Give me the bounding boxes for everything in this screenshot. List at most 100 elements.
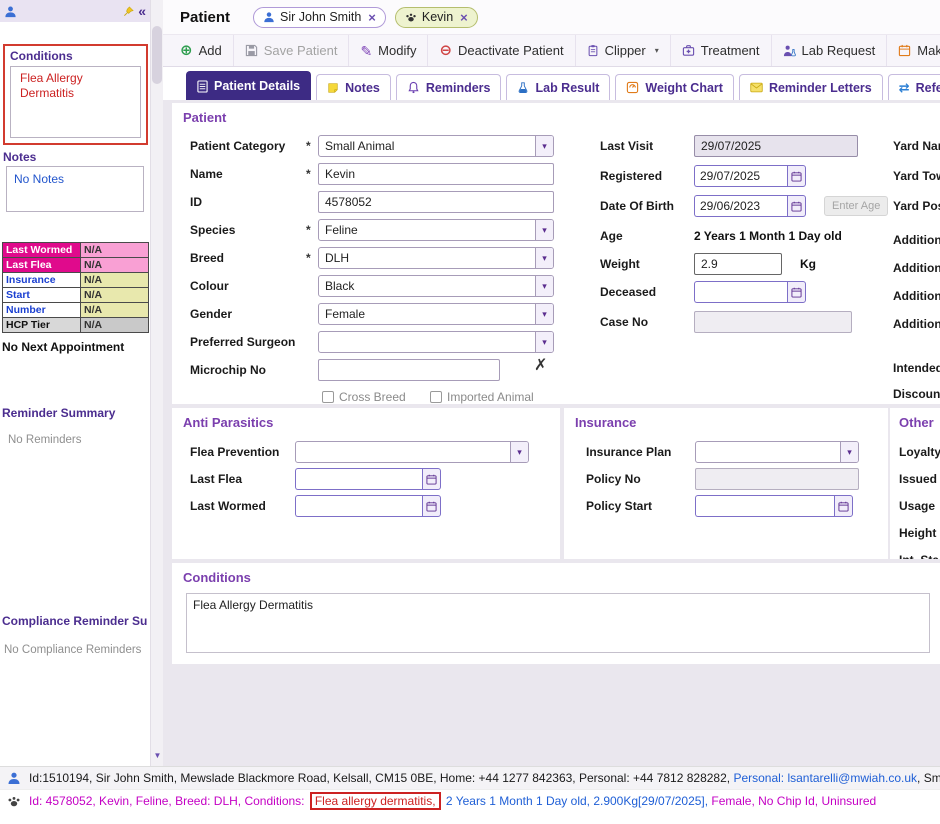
calendar-icon bbox=[899, 44, 911, 57]
tab-patient-details[interactable]: Patient Details bbox=[186, 71, 312, 100]
preferred-surgeon-select[interactable]: ▾ bbox=[318, 331, 554, 353]
collapse-sidebar-icon[interactable]: « bbox=[138, 4, 146, 18]
weight-unit-label: Kg bbox=[800, 257, 816, 271]
deceased-date-field[interactable] bbox=[694, 281, 806, 303]
calendar-button[interactable] bbox=[787, 165, 806, 187]
enter-age-button[interactable]: Enter Age bbox=[824, 196, 889, 216]
lab-request-button[interactable]: Lab Request bbox=[772, 35, 888, 66]
gender-select[interactable]: Female ▾ bbox=[318, 303, 554, 325]
minus-circle-icon: ⊖ bbox=[439, 42, 453, 59]
pin-icon[interactable] bbox=[123, 5, 134, 17]
add-button[interactable]: ⊕ Add bbox=[169, 35, 234, 66]
patient-tag[interactable]: Kevin × bbox=[394, 6, 478, 28]
note-icon bbox=[328, 82, 338, 93]
client-tag[interactable]: Sir John Smith × bbox=[253, 6, 386, 28]
chevron-down-icon[interactable]: ▾ bbox=[535, 220, 553, 240]
section-title: Other bbox=[899, 415, 934, 430]
deactivate-patient-label: Deactivate Patient bbox=[458, 43, 564, 58]
microchip-field[interactable] bbox=[318, 359, 500, 381]
clipper-label: Clipper bbox=[604, 43, 646, 58]
species-label: Species bbox=[190, 223, 236, 237]
make-appointment-button[interactable]: Make Ap bbox=[887, 35, 940, 66]
owner-status-text: Id:1510194, Sir John Smith, Mewslade Bla… bbox=[29, 771, 940, 785]
summary-value: N/A bbox=[80, 257, 149, 273]
sidebar-conditions-panel: Conditions Flea Allergy Dermatitis bbox=[3, 44, 148, 145]
policy-no-field[interactable] bbox=[695, 468, 859, 490]
discount-label: Discount bbox=[893, 387, 940, 401]
tab-referrals[interactable]: ⇄ Referr bbox=[887, 74, 940, 100]
calendar-button[interactable] bbox=[787, 195, 806, 217]
imported-animal-checkbox[interactable]: Imported Animal bbox=[430, 390, 534, 404]
owner-status-bar: Id:1510194, Sir John Smith, Mewslade Bla… bbox=[0, 766, 940, 789]
insurance-plan-select[interactable]: ▾ bbox=[695, 441, 859, 463]
close-icon[interactable]: × bbox=[368, 10, 376, 25]
usage-label: Usage bbox=[899, 499, 936, 513]
tab-reminder-letters[interactable]: Reminder Letters bbox=[738, 74, 883, 100]
modify-button[interactable]: ✎ Modify bbox=[349, 35, 429, 66]
scrollbar-thumb[interactable] bbox=[152, 26, 162, 84]
weight-field[interactable]: 2.9 bbox=[694, 253, 782, 275]
calendar-icon bbox=[426, 501, 437, 512]
cross-breed-checkbox[interactable]: Cross Breed bbox=[322, 390, 406, 404]
breed-select[interactable]: DLH ▾ bbox=[318, 247, 554, 269]
status-segment-email[interactable]: Personal: lsantarelli@mwiah.co.uk bbox=[733, 771, 917, 785]
insurance-plan-label: Insurance Plan bbox=[586, 445, 672, 459]
conditions-section: Conditions Flea Allergy Dermatitis bbox=[172, 563, 940, 664]
name-field[interactable]: Kevin bbox=[318, 163, 554, 185]
patient-category-select[interactable]: Small Animal ▾ bbox=[318, 135, 554, 157]
chevron-down-icon[interactable]: ▾ bbox=[840, 442, 858, 462]
tab-notes[interactable]: Notes bbox=[316, 74, 391, 100]
id-field[interactable]: 4578052 bbox=[318, 191, 554, 213]
species-select[interactable]: Feline ▾ bbox=[318, 219, 554, 241]
deactivate-patient-button[interactable]: ⊖ Deactivate Patient bbox=[428, 35, 576, 66]
person-icon bbox=[8, 772, 20, 784]
calendar-icon bbox=[791, 201, 802, 212]
status-segment: Id: 4578052, Kevin, Feline, Breed: DLH, … bbox=[29, 794, 308, 808]
last-wormed-date-field[interactable] bbox=[295, 495, 441, 517]
tab-label: Lab Result bbox=[535, 80, 600, 95]
cross-mark-icon: ✗ bbox=[534, 357, 548, 374]
policy-start-date-field[interactable] bbox=[695, 495, 853, 517]
chevron-down-icon[interactable]: ▾ bbox=[535, 332, 553, 352]
tab-weight-chart[interactable]: Weight Chart bbox=[615, 74, 734, 100]
person-icon bbox=[264, 12, 274, 23]
tab-label: Notes bbox=[345, 80, 380, 95]
sidebar-scrollbar[interactable]: ▼ bbox=[150, 0, 163, 766]
conditions-textarea[interactable]: Flea Allergy Dermatitis bbox=[186, 593, 930, 653]
checkbox-icon[interactable] bbox=[430, 391, 442, 403]
summary-value: N/A bbox=[80, 317, 149, 333]
save-patient-button[interactable]: Save Patient bbox=[234, 35, 350, 66]
colour-select[interactable]: Black ▾ bbox=[318, 275, 554, 297]
chevron-down-icon[interactable]: ▾ bbox=[510, 442, 528, 462]
calendar-button[interactable] bbox=[422, 495, 441, 517]
patient-category-value: Small Animal bbox=[325, 139, 395, 153]
sidebar-conditions-label: Conditions bbox=[10, 49, 73, 63]
chevron-down-icon[interactable]: ▾ bbox=[535, 276, 553, 296]
close-icon[interactable]: × bbox=[460, 10, 468, 25]
last-flea-date-field[interactable] bbox=[295, 468, 441, 490]
calendar-button[interactable] bbox=[787, 281, 806, 303]
section-title: Conditions bbox=[183, 570, 251, 585]
case-no-field[interactable] bbox=[694, 311, 852, 333]
chevron-down-icon[interactable]: ▾ bbox=[535, 248, 553, 268]
int-status-label: Int. Sta bbox=[899, 549, 939, 559]
tab-lab-result[interactable]: Lab Result bbox=[506, 74, 611, 100]
calendar-button[interactable] bbox=[422, 468, 441, 490]
registered-date-field[interactable]: 29/07/2025 bbox=[694, 165, 806, 187]
tab-reminders[interactable]: Reminders bbox=[395, 74, 502, 100]
summary-label: HCP Tier bbox=[2, 317, 81, 333]
colour-value: Black bbox=[325, 279, 355, 293]
yard-postcode-label: Yard Pos bbox=[893, 199, 940, 213]
chevron-down-icon[interactable]: ▾ bbox=[535, 304, 553, 324]
calendar-button[interactable] bbox=[834, 495, 853, 517]
additional-label: Additiona bbox=[893, 261, 940, 275]
clipper-button[interactable]: Clipper ▾ bbox=[576, 35, 671, 66]
calendar-icon bbox=[426, 474, 437, 485]
date-of-birth-field[interactable]: 29/06/2023 bbox=[694, 195, 806, 217]
breed-label: Breed bbox=[190, 251, 225, 265]
flea-prevention-select[interactable]: ▾ bbox=[295, 441, 529, 463]
age-value: 2 Years 1 Month 1 Day old bbox=[694, 229, 842, 243]
checkbox-icon[interactable] bbox=[322, 391, 334, 403]
chevron-down-icon[interactable]: ▾ bbox=[535, 136, 553, 156]
treatment-button[interactable]: Treatment bbox=[671, 35, 772, 66]
